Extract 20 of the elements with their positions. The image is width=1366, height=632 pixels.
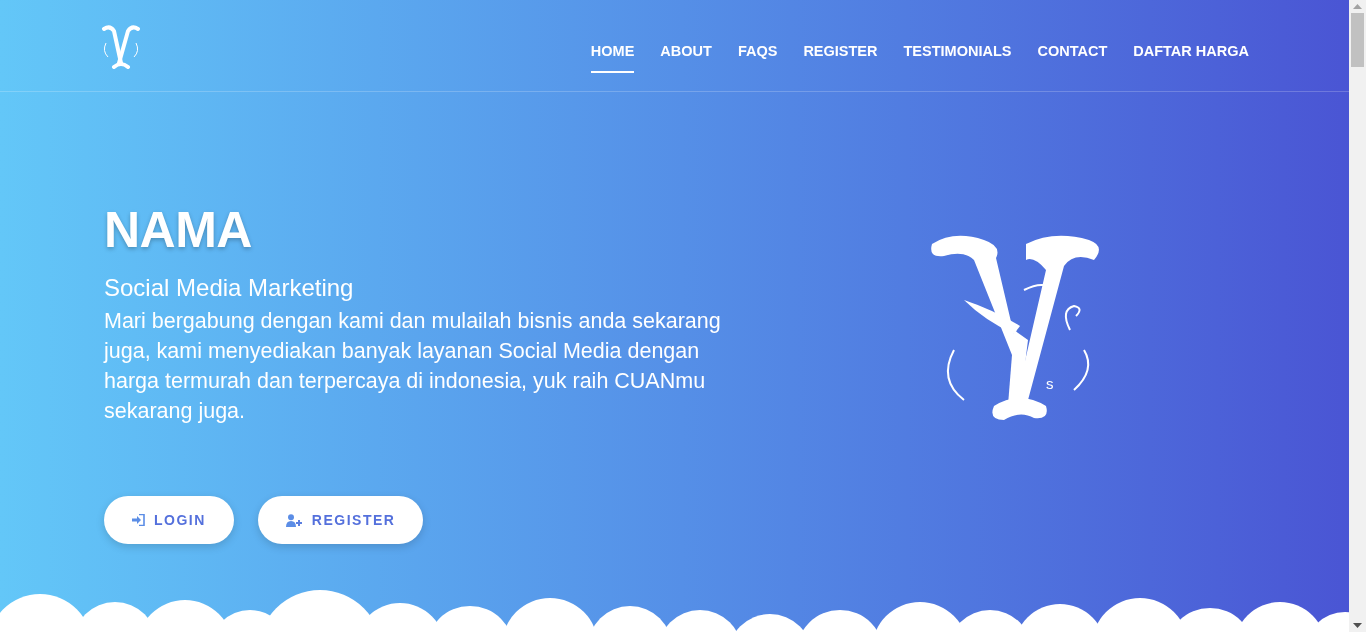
nav-link[interactable]: HOME	[590, 30, 635, 73]
nav-link[interactable]: DAFTAR HARGA	[1133, 30, 1249, 73]
hero-subtitle: Social Media Marketing	[104, 273, 355, 303]
nav-link[interactable]: CONTACT	[1037, 30, 1108, 73]
scrollbar-thumb[interactable]	[1351, 13, 1364, 67]
sign-in-icon	[132, 514, 145, 526]
scrollbar[interactable]	[1349, 0, 1366, 632]
logo-letter: s	[1046, 376, 1054, 392]
nav-link[interactable]: ABOUT	[660, 30, 712, 73]
scroll-up-icon[interactable]	[1353, 4, 1362, 9]
logo-icon[interactable]	[100, 22, 142, 69]
nav-link[interactable]: FAQS	[737, 30, 778, 73]
hero-title: NAMA	[104, 201, 253, 260]
hero-description: Mari bergabung dengan kami dan mulailah bisnis anda sekarang juga, kami menyediakan banyak layanan Social Media dengan harga termurah dan terpercaya di indonesia, yuk raih CUANmu sekarang juga.	[104, 308, 722, 425]
add-user-icon	[285, 513, 303, 527]
nav-link[interactable]: TESTIMONIALS	[903, 30, 1012, 73]
register-button[interactable]: REGISTER	[257, 496, 424, 544]
login-button[interactable]: LOGIN	[104, 496, 234, 544]
nav-link[interactable]: REGISTER	[803, 30, 878, 73]
scroll-down-icon[interactable]	[1353, 623, 1362, 628]
